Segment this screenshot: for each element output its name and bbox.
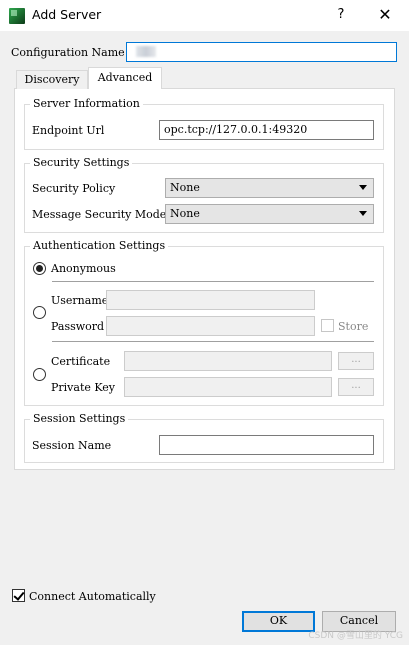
private-key-label: Private Key — [51, 381, 116, 394]
dropdown-arrow-icon — [359, 185, 367, 190]
connect-automatically-checkbox[interactable] — [12, 589, 25, 602]
store-label: Store — [338, 320, 369, 333]
session-name-input[interactable] — [159, 435, 374, 455]
security-policy-value: None — [170, 181, 200, 194]
certificate-label: Certificate — [51, 355, 111, 368]
username-label: Username — [51, 294, 109, 307]
message-security-mode-label: Message Security Mode — [32, 208, 167, 221]
message-security-mode-value: None — [170, 207, 200, 220]
certificate-input[interactable] — [124, 351, 332, 371]
endpoint-url-label: Endpoint Url — [32, 124, 105, 137]
username-input[interactable] — [106, 290, 315, 310]
private-key-browse-button[interactable]: ... — [338, 378, 374, 396]
connect-automatically-label: Connect Automatically — [29, 590, 156, 603]
anonymous-label: Anonymous — [51, 262, 116, 275]
blurred-text — [136, 46, 156, 57]
store-checkbox[interactable] — [321, 319, 334, 332]
session-settings-title: Session Settings — [30, 412, 129, 425]
window-title: Add Server — [32, 7, 102, 22]
private-key-input[interactable] — [124, 377, 332, 397]
help-button[interactable]: ? — [330, 4, 352, 26]
authentication-settings-title: Authentication Settings — [30, 239, 169, 252]
password-label: Password — [51, 320, 105, 333]
close-button[interactable]: ✕ — [372, 4, 398, 26]
username-password-radio[interactable] — [33, 306, 46, 319]
security-policy-label: Security Policy — [32, 182, 116, 195]
dropdown-arrow-icon — [359, 211, 367, 216]
anonymous-radio[interactable] — [33, 262, 46, 275]
security-policy-select[interactable]: None — [165, 178, 374, 198]
separator — [52, 281, 374, 282]
security-settings-title: Security Settings — [30, 156, 133, 169]
message-security-mode-select[interactable]: None — [165, 204, 374, 224]
server-information-title: Server Information — [30, 97, 143, 110]
ok-button[interactable]: OK — [242, 611, 315, 632]
configuration-name-label: Configuration Name — [11, 46, 125, 59]
watermark: CSDN @雪山里的 YCG — [308, 631, 403, 641]
endpoint-url-input[interactable]: opc.tcp://127.0.0.1:49320 — [159, 120, 374, 140]
session-name-label: Session Name — [32, 439, 112, 452]
certificate-radio[interactable] — [33, 368, 46, 381]
tab-discovery[interactable]: Discovery — [16, 70, 88, 89]
password-input[interactable] — [106, 316, 315, 336]
tab-advanced[interactable]: Advanced — [88, 67, 162, 89]
app-icon — [9, 8, 25, 24]
certificate-browse-button[interactable]: ... — [338, 352, 374, 370]
configuration-name-input[interactable] — [126, 42, 397, 62]
check-icon — [13, 589, 25, 601]
separator — [52, 341, 374, 342]
